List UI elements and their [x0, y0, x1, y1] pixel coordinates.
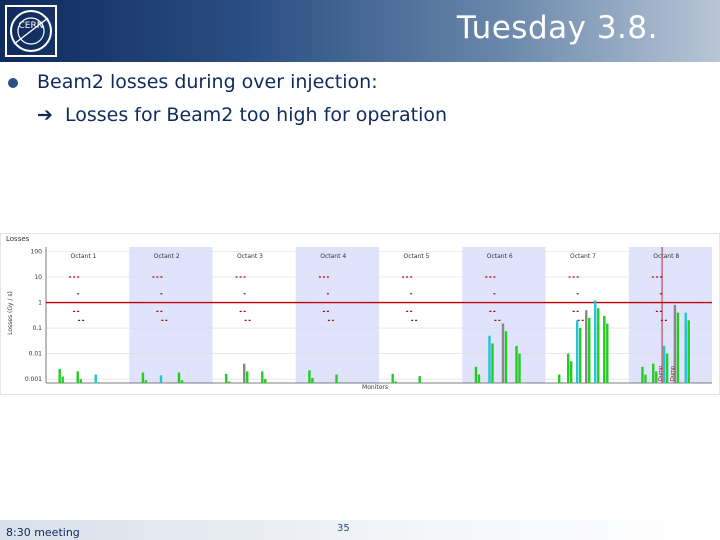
- y-tick-label: 0.1: [32, 325, 42, 332]
- meeting-label: 8:30 meeting: [6, 526, 80, 539]
- loss-bar: [264, 379, 267, 383]
- octant-shade: [295, 247, 379, 383]
- bullet-text: Beam2 losses during over injection:: [37, 71, 378, 93]
- loss-bar: [227, 381, 231, 383]
- loss-bar: [603, 315, 606, 383]
- title-bar: CERN Tuesday 3.8.: [0, 0, 720, 62]
- loss-bar: [144, 380, 148, 383]
- footer-bar: [0, 520, 720, 540]
- octant-label: Octant 8: [653, 253, 679, 260]
- y-axis-label: Losses (Gy / s): [7, 291, 14, 335]
- loss-bar: [94, 374, 97, 383]
- loss-bar: [141, 372, 145, 383]
- loss-bar: [246, 371, 249, 383]
- loss-bar: [570, 361, 573, 383]
- loss-bar: [177, 372, 181, 383]
- bullet-dot-icon: [8, 78, 18, 88]
- loss-bar: [588, 317, 591, 383]
- loss-bar: [597, 308, 600, 383]
- octant-label: Octant 5: [403, 253, 429, 260]
- loss-bar: [159, 375, 163, 383]
- loss-bar: [394, 381, 397, 383]
- octant-shade: [129, 247, 213, 383]
- loss-bar: [391, 373, 394, 383]
- loss-bar: [576, 320, 579, 383]
- loss-bar: [261, 371, 264, 383]
- loss-bar: [567, 353, 570, 383]
- loss-bar: [58, 368, 61, 383]
- cern-logo-icon: CERN: [5, 5, 57, 57]
- y-tick-label: 0.01: [29, 351, 43, 358]
- loss-bar: [76, 371, 79, 383]
- loss-bar: [338, 382, 341, 383]
- loss-bar: [477, 374, 481, 383]
- octant-label: Octant 2: [154, 253, 180, 260]
- dump-label: Dump: [658, 366, 664, 381]
- loss-bar: [308, 370, 311, 383]
- loss-bar: [684, 312, 687, 383]
- loss-bar: [641, 366, 644, 383]
- loss-bar: [335, 374, 338, 383]
- x-axis-label: Monitors: [362, 384, 388, 391]
- page-number: 35: [337, 523, 350, 534]
- loss-bar: [61, 376, 64, 383]
- loss-bar: [579, 328, 582, 383]
- loss-bar: [180, 380, 184, 383]
- octant-label: Octant 4: [320, 253, 346, 260]
- loss-bar: [243, 363, 246, 383]
- loss-bar: [594, 300, 597, 383]
- y-tick-label: 100: [31, 248, 43, 255]
- loss-chart: Losses Losses (Gy / s) Monitors 100 10 1 0.…: [0, 233, 720, 395]
- right-arrow-icon: ➔: [37, 104, 53, 126]
- octant-label: Octant 3: [237, 253, 263, 260]
- loss-bar: [644, 374, 647, 383]
- sub-bullet-text: Losses for Beam2 too high for operation: [64, 104, 448, 126]
- loss-bar: [79, 379, 82, 383]
- loss-bar: [311, 377, 314, 383]
- octant-shade: [628, 247, 712, 383]
- loss-bar: [557, 374, 561, 383]
- loss-bar: [676, 312, 680, 383]
- loss-bar: [652, 363, 655, 383]
- loss-bar: [97, 382, 100, 383]
- loss-bar: [606, 323, 609, 383]
- loss-bar: [501, 323, 505, 383]
- loss-bar: [518, 353, 521, 383]
- loss-bar: [515, 345, 518, 383]
- y-tick-label: 1: [38, 300, 42, 307]
- octant-label: Octant 7: [570, 253, 596, 260]
- chart-title: Losses: [6, 235, 30, 243]
- y-tick-label: 10: [34, 274, 42, 281]
- loss-bar: [474, 366, 478, 383]
- loss-bar: [687, 320, 690, 383]
- slide-title: Tuesday 3.8.: [456, 10, 658, 46]
- logo-text: CERN: [19, 21, 44, 31]
- sub-bullet-item: ➔ Losses for Beam2 too high for operatio…: [37, 104, 447, 126]
- y-tick-label: 0.001: [25, 376, 42, 383]
- loss-bar: [491, 343, 494, 383]
- loss-bar: [585, 310, 588, 383]
- loss-bar: [488, 335, 491, 383]
- dump-label: Dump: [670, 366, 676, 381]
- loss-bar: [504, 331, 508, 383]
- loss-bar: [665, 353, 669, 383]
- loss-bar: [418, 376, 421, 383]
- loss-bar: [224, 373, 228, 383]
- loss-bar: [560, 382, 564, 383]
- octant-label: Octant 1: [70, 253, 96, 260]
- octant-label: Octant 6: [487, 253, 513, 260]
